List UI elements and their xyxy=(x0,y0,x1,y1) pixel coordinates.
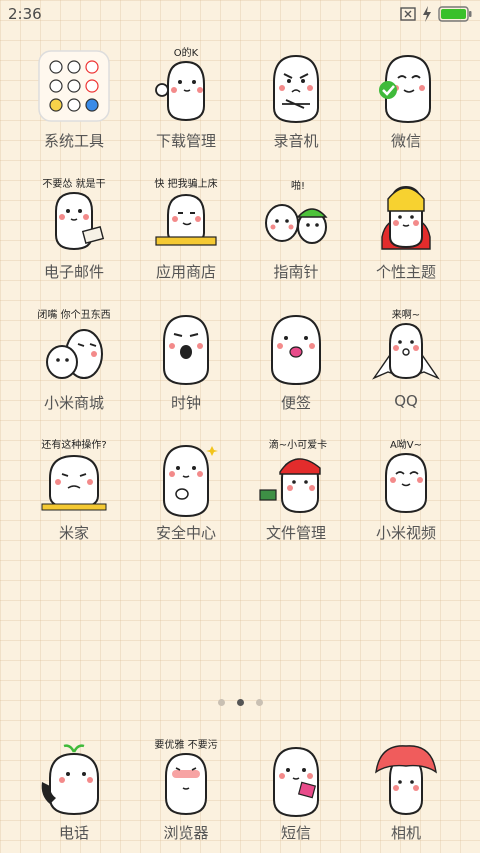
app-label: 录音机 xyxy=(273,132,319,150)
status-icons xyxy=(400,6,472,22)
app-label: 安全中心 xyxy=(155,524,216,542)
ok-hand-sticker-icon: O的K xyxy=(155,46,205,122)
app-label: 相机 xyxy=(390,824,421,842)
app-phone[interactable]: 电话 xyxy=(14,732,134,852)
app-label: 文件管理 xyxy=(265,524,326,542)
hug-sticker-icon: 闭嘴 你个丑东西 xyxy=(37,308,111,379)
letter-sticker-icon: 不要怂 就是干 xyxy=(42,177,106,251)
status-time: 2:36 xyxy=(8,5,42,23)
app-label: 电话 xyxy=(58,824,89,842)
app-label: 小米视频 xyxy=(375,524,436,542)
flying-cape-sticker-icon: 来啊~ xyxy=(372,309,440,380)
app-label: 系统工具 xyxy=(43,132,104,150)
svg-text:啪!: 啪! xyxy=(291,179,305,192)
king-cape-sticker-icon xyxy=(381,185,431,250)
svg-text:要优雅 不要污: 要优雅 不要污 xyxy=(154,738,217,751)
status-bar: 2:36 xyxy=(0,0,480,28)
app-email[interactable]: 不要怂 就是干 电子邮件 xyxy=(14,171,134,291)
message-sticker-icon xyxy=(273,746,319,818)
app-recorder[interactable]: 录音机 xyxy=(236,40,356,160)
svg-text:O的K: O的K xyxy=(174,46,199,59)
thumbs-up-sticker-icon xyxy=(163,444,218,518)
app-label: 电子邮件 xyxy=(43,263,104,281)
page-dot[interactable] xyxy=(255,699,263,706)
app-notes[interactable]: 便签 xyxy=(236,302,356,422)
app-file-manager[interactable]: 滴~小可爱卡 文件管理 xyxy=(236,432,356,552)
app-label: 小米商城 xyxy=(43,394,104,412)
sprout-phone-sticker-icon xyxy=(41,744,99,816)
folder-icon xyxy=(38,50,110,122)
helpless-sticker-icon: 还有这种操作? xyxy=(41,438,107,511)
svg-text:A呦V~: A呦V~ xyxy=(390,438,422,451)
app-label: 短信 xyxy=(280,824,311,842)
smirk-sticker-icon: A呦V~ xyxy=(385,438,427,514)
page-indicator[interactable] xyxy=(0,699,480,706)
shy-sticker-icon: 要优雅 不要污 xyxy=(154,738,218,816)
angry-crossed-arms-sticker-icon xyxy=(273,54,319,124)
svg-text:不要怂 就是干: 不要怂 就是干 xyxy=(42,177,105,190)
app-compass[interactable]: 啪! 指南针 xyxy=(236,171,356,291)
red-cap-sticker-icon: 滴~小可爱卡 xyxy=(259,438,327,514)
sneaky-bed-sticker-icon: 快 把我骗上床 xyxy=(154,177,218,246)
app-label: 个性主题 xyxy=(375,263,436,281)
app-label: 时钟 xyxy=(170,394,201,412)
svg-text:闭嘴 你个丑东西: 闭嘴 你个丑东西 xyxy=(37,308,110,321)
two-buddies-sticker-icon: 啪! xyxy=(265,179,328,244)
page-dot[interactable] xyxy=(217,699,225,706)
page-dot-active[interactable] xyxy=(236,699,244,706)
dock: 电话 要优雅 不要污 浏览器 短信 相机 xyxy=(0,732,480,852)
app-label: QQ xyxy=(394,392,418,410)
wechat-sticker-icon xyxy=(379,54,431,124)
red-hood-sticker-icon xyxy=(375,745,437,816)
app-browser[interactable]: 要优雅 不要污 浏览器 xyxy=(126,732,246,852)
shout-sticker-icon xyxy=(163,314,209,386)
app-mi-video[interactable]: A呦V~ 小米视频 xyxy=(346,432,466,552)
app-clock[interactable]: 时钟 xyxy=(126,302,246,422)
app-label: 应用商店 xyxy=(155,263,216,281)
app-camera[interactable]: 相机 xyxy=(346,732,466,852)
svg-text:快 把我骗上床: 快 把我骗上床 xyxy=(154,177,217,190)
no-sim-icon xyxy=(400,7,416,21)
svg-text:来啊~: 来啊~ xyxy=(392,309,420,321)
app-wechat[interactable]: 微信 xyxy=(346,40,466,160)
app-store[interactable]: 快 把我骗上床 应用商店 xyxy=(126,171,246,291)
svg-text:还有这种操作?: 还有这种操作? xyxy=(41,438,106,451)
app-themes[interactable]: 个性主题 xyxy=(346,171,466,291)
app-security[interactable]: 安全中心 xyxy=(126,432,246,552)
tongue-sticker-icon xyxy=(271,314,321,386)
app-label: 指南针 xyxy=(273,263,319,281)
svg-text:滴~小可爱卡: 滴~小可爱卡 xyxy=(269,438,327,451)
app-download-manager[interactable]: O的K 下载管理 xyxy=(126,40,246,160)
app-label: 微信 xyxy=(390,132,421,150)
battery-icon xyxy=(438,6,472,22)
app-label: 下载管理 xyxy=(155,132,216,150)
app-mijia[interactable]: 还有这种操作? 米家 xyxy=(14,432,134,552)
app-label: 米家 xyxy=(58,524,89,542)
app-system-tools[interactable]: 系统工具 xyxy=(14,40,134,160)
app-qq[interactable]: 来啊~ QQ xyxy=(346,302,466,422)
app-label: 便签 xyxy=(280,394,311,412)
app-mi-store[interactable]: 闭嘴 你个丑东西 小米商城 xyxy=(14,302,134,422)
app-label: 浏览器 xyxy=(163,824,209,842)
app-messages[interactable]: 短信 xyxy=(236,732,356,852)
charging-icon xyxy=(423,6,431,22)
